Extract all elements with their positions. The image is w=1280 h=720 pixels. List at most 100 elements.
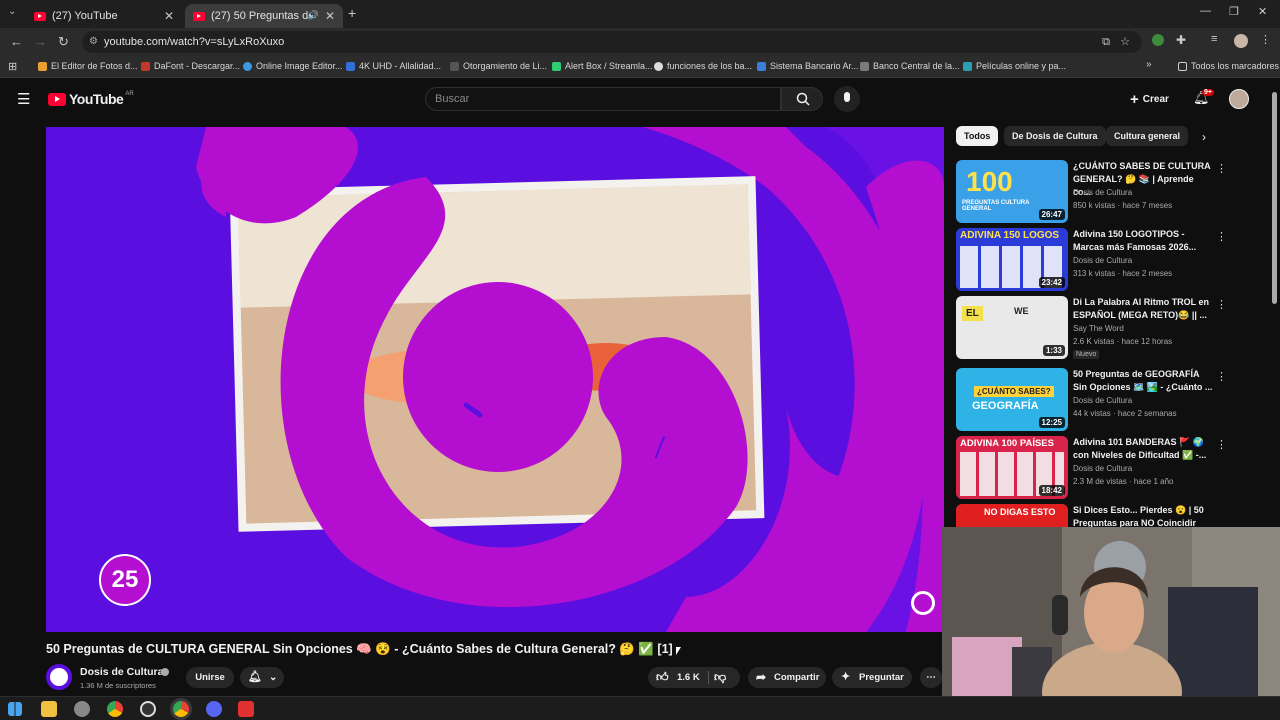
- back-icon[interactable]: ←: [10, 34, 23, 49]
- search-button[interactable]: [781, 87, 823, 111]
- media-icon[interactable]: ≡: [1211, 33, 1217, 45]
- chrome-active-icon[interactable]: [173, 701, 189, 717]
- youtube-logo[interactable]: YouTube AR: [48, 91, 134, 107]
- bookmark-item[interactable]: funciones de los ba...: [654, 61, 752, 71]
- more-actions-button[interactable]: ⋯: [920, 667, 942, 688]
- extension-icon[interactable]: [1152, 34, 1164, 46]
- create-button[interactable]: + Crear: [1124, 88, 1176, 110]
- video-title[interactable]: Adivina 150 LOGOTIPOS - Marcas más Famos…: [1073, 228, 1213, 254]
- search-icon: [796, 92, 810, 106]
- ask-button[interactable]: ✦ Preguntar: [832, 667, 912, 688]
- channel-name-main[interactable]: Dosis de Cultura: [80, 666, 163, 678]
- forward-icon[interactable]: →: [34, 34, 47, 49]
- browser-tab-bar: ⌄ (27) YouTube ✕ (27) 50 Preguntas de CU…: [0, 0, 1280, 28]
- recommendation-item[interactable]: ¿CUÁNTO SABES? GEOGRAFÍA 12:25 50 Pregun…: [956, 368, 1256, 432]
- recommendation-item[interactable]: EL WE 1:33 Di La Palabra Al Ritmo TROL e…: [956, 296, 1256, 360]
- account-avatar[interactable]: [1229, 89, 1249, 109]
- bookmark-item[interactable]: Películas online y pa...: [963, 61, 1066, 71]
- tab-search-icon[interactable]: ⌄: [8, 6, 16, 17]
- recommendation-item[interactable]: ADIVINA 100 PAÍSES 18:42 Adivina 101 BAN…: [956, 436, 1256, 500]
- more-actions-icon[interactable]: ⋮: [1216, 370, 1227, 383]
- windows-start-icon[interactable]: [8, 702, 22, 716]
- reload-icon[interactable]: ↻: [58, 34, 69, 50]
- obs-icon[interactable]: [140, 701, 156, 717]
- discord-icon[interactable]: [206, 701, 222, 717]
- all-bookmarks[interactable]: Todos los marcadores: [1178, 61, 1279, 71]
- video-title[interactable]: Adivina 101 BANDERAS 🚩 🌍 con Niveles de …: [1073, 436, 1213, 462]
- settings-icon[interactable]: [74, 701, 90, 717]
- channel-avatar[interactable]: [46, 664, 72, 690]
- file-explorer-icon[interactable]: [41, 701, 57, 717]
- video-player[interactable]: 25: [46, 127, 944, 632]
- puzzle-icon[interactable]: ✚: [1176, 33, 1186, 47]
- recommendation-item[interactable]: NO DIGAS ESTO Si Dices Esto... Pierdes 😮…: [956, 504, 1256, 528]
- maximize-icon[interactable]: ❐: [1229, 5, 1239, 18]
- video-thumbnail[interactable]: ¿CUÁNTO SABES? GEOGRAFÍA 12:25: [956, 368, 1068, 431]
- video-title[interactable]: Di La Palabra Al Ritmo TROL en ESPAÑOL (…: [1073, 296, 1213, 322]
- channel-watermark-icon[interactable]: [911, 591, 935, 615]
- video-thumbnail[interactable]: 100 PREGUNTAS CULTURA GENERAL 26:47: [956, 160, 1068, 223]
- scrollbar[interactable]: [1272, 92, 1277, 304]
- menu-dots-icon[interactable]: ⋮: [1260, 33, 1271, 46]
- chrome-icon[interactable]: [107, 701, 123, 717]
- video-thumbnail[interactable]: ADIVINA 150 LOGOS 23:42: [956, 228, 1068, 291]
- channel-name[interactable]: Dosis de Cultura: [1073, 188, 1132, 197]
- url-text: youtube.com/watch?v=sLyLxRoXuxo: [104, 36, 285, 48]
- apps-grid-icon[interactable]: ⊞: [8, 60, 17, 73]
- video-thumbnail[interactable]: NO DIGAS ESTO: [956, 504, 1068, 528]
- like-count: 1.6 K: [677, 672, 700, 683]
- new-tab-icon[interactable]: +: [348, 5, 356, 21]
- bookmark-item[interactable]: Alert Box / Streamla...: [552, 61, 653, 71]
- video-title[interactable]: Si Dices Esto... Pierdes 😮 | 50 Pregunta…: [1073, 504, 1213, 528]
- bookmark-item[interactable]: Otorgamiento de Li...: [450, 61, 547, 71]
- search-input[interactable]: Buscar: [425, 87, 781, 111]
- channel-name[interactable]: Say The Word: [1073, 324, 1124, 333]
- url-bar[interactable]: ⚙ youtube.com/watch?v=sLyLxRoXuxo ⧉ ☆: [82, 31, 1142, 53]
- minimize-icon[interactable]: —: [1200, 5, 1211, 17]
- chip-all[interactable]: Todos: [956, 126, 999, 146]
- bookmark-item[interactable]: El Editor de Fotos d...: [38, 61, 138, 71]
- divider: [708, 671, 709, 684]
- more-actions-icon[interactable]: ⋮: [1216, 298, 1227, 311]
- join-button[interactable]: Unirse: [186, 667, 234, 688]
- recommendation-item[interactable]: 100 PREGUNTAS CULTURA GENERAL 26:47 ¿CUÁ…: [956, 160, 1256, 224]
- star-icon[interactable]: ☆: [1120, 31, 1130, 53]
- chip-from-channel[interactable]: De Dosis de Cultura: [1004, 126, 1106, 146]
- share-button[interactable]: ➦ Compartir: [748, 667, 826, 688]
- channel-name[interactable]: Dosis de Cultura: [1073, 256, 1132, 265]
- profile-avatar-icon[interactable]: [1234, 34, 1248, 48]
- recommendation-item[interactable]: ADIVINA 150 LOGOS 23:42 Adivina 150 LOGO…: [956, 228, 1256, 292]
- chip-general-culture[interactable]: Cultura general: [1106, 126, 1189, 146]
- dislike-button[interactable]: 👎︎: [714, 667, 726, 689]
- voice-search-button[interactable]: [834, 86, 860, 112]
- video-title[interactable]: 50 Preguntas de GEOGRAFÍA Sin Opciones 🗺…: [1073, 368, 1213, 394]
- bookmark-icon: [654, 61, 663, 71]
- video-meta: 313 k vistas · hace 2 meses: [1073, 269, 1173, 278]
- bookmark-item[interactable]: DaFont - Descargar...: [141, 61, 240, 71]
- bookmark-item[interactable]: Banco Central de la...: [860, 61, 960, 71]
- chevron-right-icon[interactable]: ›: [1202, 130, 1206, 144]
- more-bookmarks-icon[interactable]: »: [1146, 59, 1152, 70]
- close-icon[interactable]: ✕: [164, 9, 174, 23]
- bookmark-item[interactable]: 4K UHD - Allalidad...: [346, 61, 441, 71]
- bookmark-item[interactable]: Online Image Editor...: [243, 61, 343, 71]
- site-info-icon[interactable]: ⚙: [89, 31, 98, 53]
- tab-youtube-home[interactable]: (27) YouTube ✕: [26, 4, 182, 28]
- video-thumbnail[interactable]: EL WE 1:33: [956, 296, 1068, 359]
- install-icon[interactable]: ⧉: [1102, 31, 1110, 53]
- speaker-icon[interactable]: 🔊: [308, 10, 319, 21]
- more-actions-icon[interactable]: ⋮: [1216, 162, 1227, 175]
- window-close-icon[interactable]: ✕: [1258, 5, 1267, 18]
- hamburger-menu-icon[interactable]: ☰: [17, 90, 30, 108]
- video-thumbnail[interactable]: ADIVINA 100 PAÍSES 18:42: [956, 436, 1068, 499]
- close-icon[interactable]: ✕: [325, 9, 335, 23]
- bookmark-item[interactable]: Sistema Bancario Ar...: [757, 61, 859, 71]
- channel-name[interactable]: Dosis de Cultura: [1073, 396, 1132, 405]
- app-icon[interactable]: [238, 701, 254, 717]
- tab-active-video[interactable]: (27) 50 Preguntas de CULTU 🔊 ✕: [185, 4, 343, 28]
- more-actions-icon[interactable]: ⋮: [1216, 438, 1227, 451]
- like-button[interactable]: 👍︎ 1.6 K: [654, 667, 704, 688]
- subscription-bell-button[interactable]: 🔔︎ ⌄: [240, 667, 284, 688]
- channel-name[interactable]: Dosis de Cultura: [1073, 464, 1132, 473]
- more-actions-icon[interactable]: ⋮: [1216, 230, 1227, 243]
